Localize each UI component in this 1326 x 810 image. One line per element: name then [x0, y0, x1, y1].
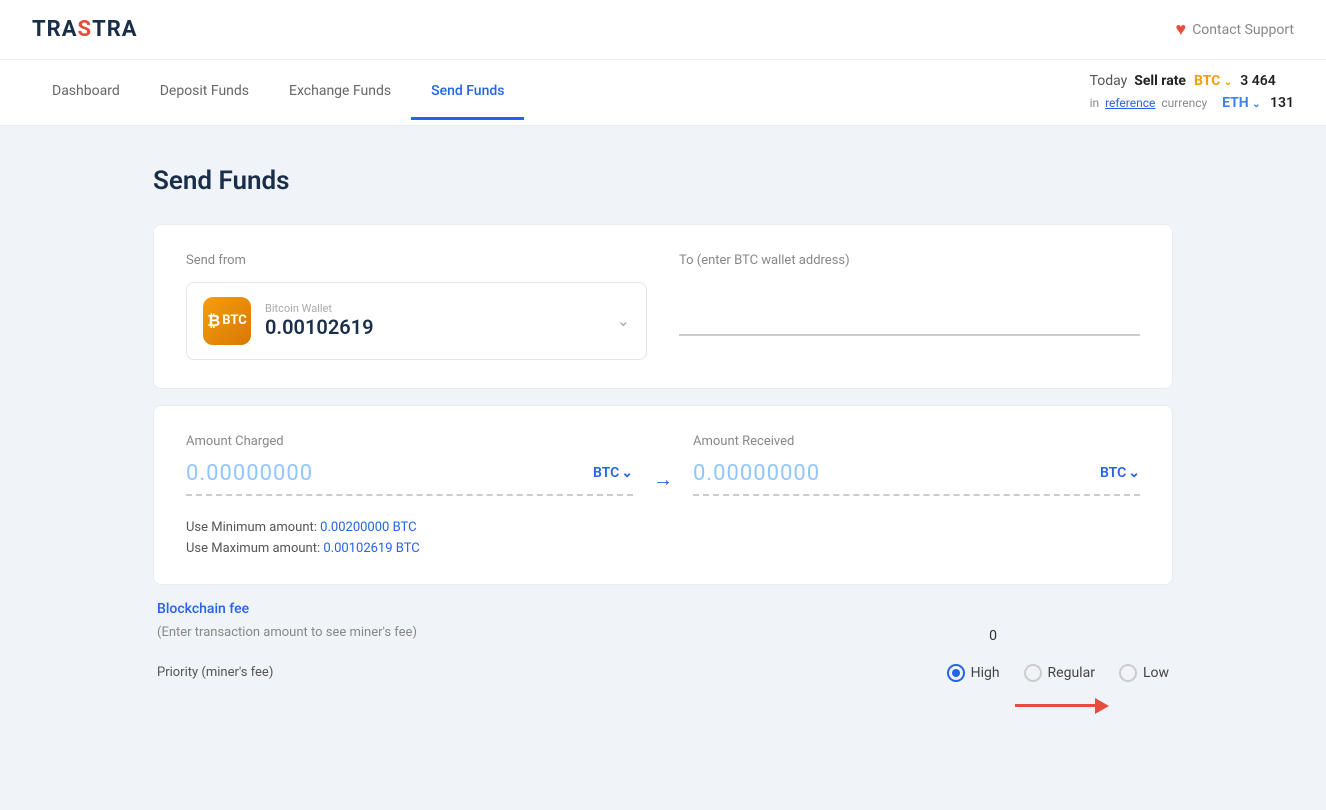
priority-high-label: High	[971, 665, 1000, 681]
amount-charged-value: 0.00000000	[186, 461, 581, 486]
heart-icon: ♥	[1176, 19, 1187, 40]
max-label: Use Maximum amount:	[186, 541, 320, 556]
arrow-head	[1095, 698, 1109, 714]
blockchain-fee-title: Blockchain fee	[157, 601, 1169, 617]
priority-high-radio[interactable]	[947, 664, 965, 682]
fee-row: (Enter transaction amount to see miner's…	[157, 625, 1057, 648]
send-from-to-card: Send from ₿ BTC Bitcoin Wallet 0.0010261…	[153, 224, 1173, 389]
amount-charged-input-row: 0.00000000 BTC ⌄	[186, 461, 633, 496]
amount-charged-chevron: ⌄	[621, 465, 633, 481]
reference-link[interactable]: reference	[1105, 96, 1155, 110]
btc-rate-value: 3 464	[1240, 70, 1275, 92]
priority-low-radio[interactable]	[1119, 664, 1137, 682]
today-label: Today	[1090, 73, 1128, 89]
btc-label: BTC	[1194, 73, 1220, 89]
logo-part1: TRA	[32, 17, 78, 42]
max-amount-link[interactable]: 0.00102619 BTC	[323, 541, 419, 556]
nav-dashboard[interactable]: Dashboard	[32, 65, 140, 120]
logo-part2: TRA	[92, 17, 138, 42]
red-arrow	[1015, 698, 1109, 714]
btc-chevron: ⌄	[1224, 77, 1232, 88]
nav-deposit[interactable]: Deposit Funds	[140, 65, 269, 120]
sell-bold: Sell rate	[1134, 73, 1186, 89]
btc-wallet-icon: ₿ BTC	[203, 297, 251, 345]
amount-card: Amount Charged 0.00000000 BTC ⌄ → Amount…	[153, 405, 1173, 585]
priority-regular-radio[interactable]	[1024, 664, 1042, 682]
wallet-amount: 0.00102619	[265, 315, 374, 339]
amount-received-chevron: ⌄	[1128, 465, 1140, 481]
eth-chevron: ⌄	[1252, 99, 1260, 110]
amount-charged-currency[interactable]: BTC ⌄	[593, 465, 633, 481]
eth-label: ETH	[1222, 95, 1249, 111]
main-content: Send Funds Send from ₿ BTC Bitcoin Walle…	[133, 126, 1193, 754]
priority-regular-label: Regular	[1048, 665, 1095, 681]
nav-links: Dashboard Deposit Funds Exchange Funds S…	[32, 65, 524, 120]
btc-currency-icon-label: BTC	[222, 313, 247, 328]
wallet-type: Bitcoin Wallet	[265, 302, 374, 315]
min-max-row: Use Minimum amount: 0.00200000 BTC Use M…	[186, 520, 1140, 556]
wallet-details: Bitcoin Wallet 0.00102619	[265, 302, 374, 339]
blockchain-section: Blockchain fee (Enter transaction amount…	[153, 601, 1173, 714]
priority-label: Priority (miner's fee)	[157, 665, 273, 680]
eth-currency-selector[interactable]: ETH ⌄	[1222, 95, 1264, 111]
send-from-col: Send from ₿ BTC Bitcoin Wallet 0.0010261…	[186, 253, 647, 360]
sell-rate-row: Today Sell rate BTC ⌄ 3 464	[1090, 70, 1276, 92]
wallet-selector[interactable]: ₿ BTC Bitcoin Wallet 0.00102619 ⌄	[186, 282, 647, 360]
amount-charged-currency-label: BTC	[593, 465, 619, 481]
amount-received-col: Amount Received 0.00000000 BTC ⌄	[693, 434, 1140, 496]
amount-charged-col: Amount Charged 0.00000000 BTC ⌄	[186, 434, 633, 496]
wallet-dropdown-arrow: ⌄	[617, 311, 630, 330]
contact-support-label: Contact Support	[1192, 22, 1294, 38]
max-amount-item: Use Maximum amount: 0.00102619 BTC	[186, 541, 1140, 556]
contact-support-button[interactable]: ♥ Contact Support	[1176, 19, 1295, 40]
right-arrow-icon: →	[653, 467, 673, 492]
amount-received-currency[interactable]: BTC ⌄	[1100, 465, 1140, 481]
priority-regular-option[interactable]: Regular	[1024, 664, 1095, 682]
to-address-input[interactable]	[679, 302, 1140, 336]
send-row: Send from ₿ BTC Bitcoin Wallet 0.0010261…	[186, 253, 1140, 360]
blockchain-fee-value: 0	[989, 628, 997, 644]
priority-high-option[interactable]: High	[947, 664, 1000, 682]
wallet-info: ₿ BTC Bitcoin Wallet 0.00102619	[203, 297, 374, 345]
send-from-label: Send from	[186, 253, 647, 268]
nav-exchange[interactable]: Exchange Funds	[269, 65, 411, 120]
min-amount-link[interactable]: 0.00200000 BTC	[320, 520, 416, 535]
send-to-label: To (enter BTC wallet address)	[679, 253, 1140, 268]
logo: TRASTRA	[32, 17, 138, 42]
arrow-line	[1015, 704, 1095, 707]
red-arrow-row	[157, 682, 1169, 714]
amount-received-input-row: 0.00000000 BTC ⌄	[693, 461, 1140, 496]
priority-low-option[interactable]: Low	[1119, 664, 1169, 682]
arrow-col: →	[633, 437, 693, 492]
min-amount-item: Use Minimum amount: 0.00200000 BTC	[186, 520, 1140, 535]
min-label: Use Minimum amount:	[186, 520, 317, 535]
header: TRASTRA ♥ Contact Support	[0, 0, 1326, 60]
sell-rate-label: Today Sell rate	[1090, 70, 1186, 92]
logo-s: S	[78, 17, 93, 42]
priority-row: Priority (miner's fee) High Regular Low	[157, 664, 1169, 682]
ref-in-text: in	[1090, 96, 1100, 110]
amount-charged-label: Amount Charged	[186, 434, 633, 449]
eth-rate-value: 131	[1270, 95, 1294, 111]
page-title: Send Funds	[153, 166, 1173, 196]
amount-received-value: 0.00000000	[693, 461, 1088, 486]
send-to-col: To (enter BTC wallet address)	[679, 253, 1140, 336]
ref-row: in reference currency ETH ⌄ 131	[1090, 92, 1294, 114]
priority-options: High Regular Low	[947, 664, 1169, 682]
nav-send[interactable]: Send Funds	[411, 65, 524, 120]
btc-b: ₿	[207, 311, 220, 331]
amount-row: Amount Charged 0.00000000 BTC ⌄ → Amount…	[186, 434, 1140, 496]
header-right: ♥ Contact Support	[1176, 19, 1295, 40]
btc-currency-selector[interactable]: BTC ⌄	[1194, 70, 1232, 92]
amount-received-currency-label: BTC	[1100, 465, 1126, 481]
currency-suffix: currency	[1161, 96, 1207, 110]
nav: Dashboard Deposit Funds Exchange Funds S…	[0, 60, 1326, 126]
amount-received-label: Amount Received	[693, 434, 1140, 449]
sell-rate-area: Today Sell rate BTC ⌄ 3 464 in reference…	[1090, 60, 1294, 125]
blockchain-fee-subtitle: (Enter transaction amount to see miner's…	[157, 625, 417, 640]
priority-low-label: Low	[1143, 665, 1169, 681]
priority-high-dot	[952, 669, 960, 677]
